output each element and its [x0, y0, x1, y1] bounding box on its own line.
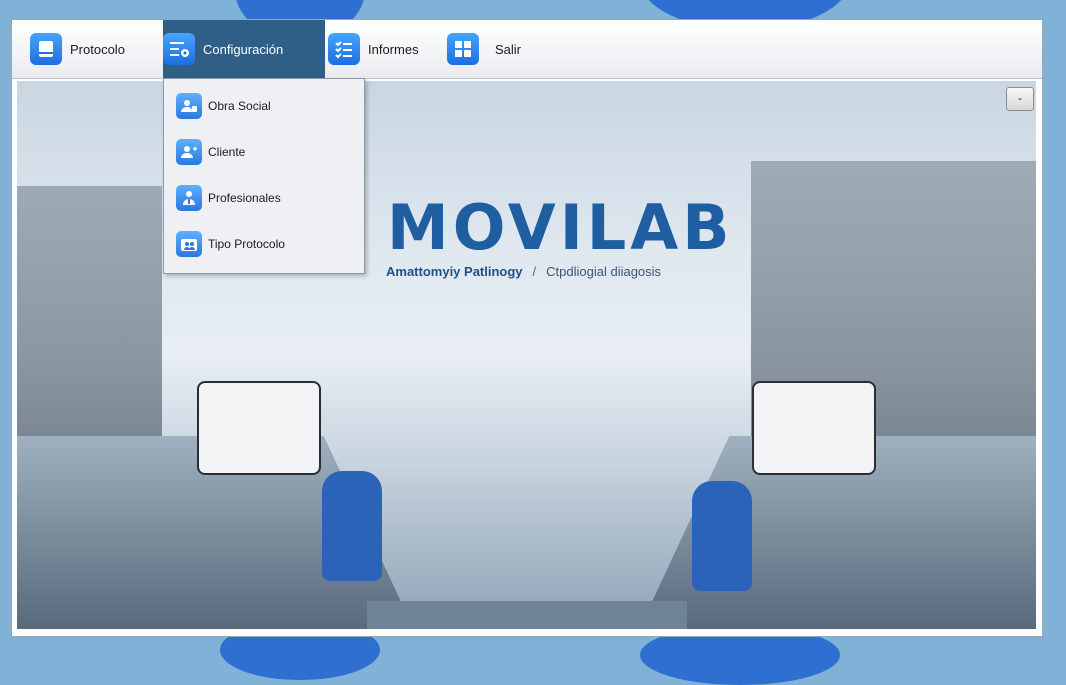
app-window: Protocolo Configuración Informes Salir M…	[11, 19, 1043, 637]
professional-icon	[176, 185, 202, 211]
menu-informes[interactable]: Informes	[328, 20, 438, 78]
dropdown-item-profesionales[interactable]: Profesionales	[164, 175, 364, 221]
dropdown-label: Tipo Protocolo	[208, 237, 285, 251]
document-icon	[30, 33, 62, 65]
dropdown-label: Obra Social	[208, 99, 271, 113]
menu-bar: Protocolo Configuración Informes Salir	[12, 20, 1042, 79]
grid-icon	[447, 33, 479, 65]
logo-subtitle-b: Ctpdliogial diiagosis	[546, 264, 662, 279]
dropdown-label: Cliente	[208, 145, 246, 159]
menu-label: Configuración	[203, 41, 284, 57]
menu-configuracion[interactable]: Configuración	[163, 20, 325, 78]
menu-protocolo[interactable]: Protocolo	[30, 20, 160, 78]
minimize-button[interactable]: -	[1006, 87, 1034, 111]
users-folder-icon	[176, 231, 202, 257]
dropdown-item-cliente[interactable]: Cliente	[164, 129, 364, 175]
logo-subtitle: Amattomyiy Patlinogy / Ctpdliogial diiagos…	[386, 264, 661, 279]
menu-salir[interactable]: Salir	[447, 20, 537, 78]
lab-chair	[322, 471, 382, 581]
dropdown-item-obra-social[interactable]: Obra Social	[164, 83, 364, 129]
user-card-icon	[176, 93, 202, 119]
checklist-icon	[328, 33, 360, 65]
dropdown-item-tipo-protocolo[interactable]: Tipo Protocolo	[164, 221, 364, 267]
settings-list-icon	[163, 33, 195, 65]
lab-floor	[367, 601, 687, 629]
logo-title: MOVILAB	[387, 191, 734, 264]
microscope-icon	[197, 381, 321, 475]
menu-label: Protocolo	[70, 41, 125, 57]
logo-subtitle-a: Amattomyiy Patlinogy	[386, 264, 523, 279]
dropdown-label: Profesionales	[208, 191, 281, 205]
menu-label: Informes	[368, 41, 419, 57]
lab-chair	[692, 481, 752, 591]
microscope-icon	[752, 381, 876, 475]
logo-separator: /	[532, 264, 537, 279]
lab-shelf	[17, 186, 162, 446]
menu-label: Salir	[495, 41, 522, 57]
user-add-icon	[176, 139, 202, 165]
configuracion-dropdown: Obra Social Cliente Profesionales Tipo P…	[163, 78, 365, 274]
